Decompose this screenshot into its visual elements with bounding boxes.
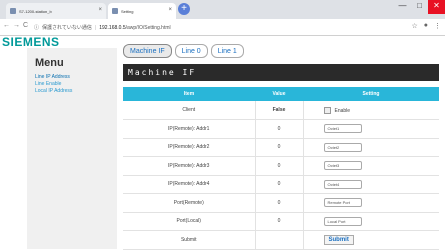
setting-cell: Remote Port bbox=[303, 193, 439, 213]
browser-tab-label: Setting bbox=[121, 8, 134, 14]
table-row-addr2: IP(Remote): Addr2 0 Octet2 bbox=[123, 138, 439, 157]
octet3-input[interactable]: Octet3 bbox=[323, 161, 362, 171]
tab-line-1[interactable]: Line 1 bbox=[210, 44, 244, 58]
item-label: IP(Remote): Addr4 bbox=[123, 175, 256, 194]
browser-tabbar: S7-1200-station_b × Setting × + — □ ✕ bbox=[0, 0, 445, 19]
browser-tab-label: S7-1200-station_b bbox=[19, 8, 52, 14]
enable-checkbox[interactable] bbox=[323, 106, 331, 114]
item-label: IP(Remote): Addr3 bbox=[123, 156, 256, 176]
item-label: Client bbox=[123, 101, 256, 120]
submit-button[interactable]: Submit bbox=[323, 234, 354, 245]
setting-cell: Octet2 bbox=[303, 138, 439, 157]
local-port-input[interactable]: Local Port bbox=[323, 216, 362, 226]
table-row-submit: Submit Submit bbox=[123, 230, 439, 250]
warning-icon: ⓘ bbox=[34, 25, 40, 31]
value-cell bbox=[255, 230, 304, 250]
url-path: /awp/IO/Setting.html bbox=[125, 24, 171, 31]
setting-cell: Local Port bbox=[303, 212, 439, 231]
table-row-addr3: IP(Remote): Addr3 0 Octet3 bbox=[123, 156, 439, 176]
account-icon[interactable]: ● bbox=[424, 22, 428, 30]
sidebar-link-line-ip-address[interactable]: Line IP Address bbox=[35, 74, 72, 81]
reload-icon[interactable]: C bbox=[23, 22, 28, 29]
table-row-local-port: Port(Local) 0 Local Port bbox=[123, 212, 439, 231]
column-header-item: Item bbox=[123, 87, 255, 101]
tab-line-0[interactable]: Line 0 bbox=[174, 44, 208, 58]
value-cell: 0 bbox=[255, 156, 304, 176]
sidebar: Menu Line IP Address Line Enable Local I… bbox=[27, 48, 117, 249]
back-icon[interactable]: ← bbox=[3, 22, 10, 29]
page-icon bbox=[10, 8, 16, 14]
value-cell: False bbox=[255, 101, 304, 120]
item-label: Port(Remote) bbox=[123, 193, 256, 213]
enable-label: Enable bbox=[334, 107, 351, 114]
address-bar: ← → C ⓘ 保護されていない通信 | 192.168.0.5 /awp/IO… bbox=[0, 19, 445, 36]
table-row-addr1: IP(Remote): Addr1 0 Octet1 bbox=[123, 119, 439, 139]
value-cell: 0 bbox=[255, 138, 304, 157]
octet1-input[interactable]: Octet1 bbox=[323, 124, 362, 134]
column-header-setting: Setting bbox=[303, 87, 439, 101]
setting-cell: Octet3 bbox=[303, 156, 439, 176]
sidebar-links: Line IP Address Line Enable Local IP Add… bbox=[35, 74, 72, 95]
value-cell: 0 bbox=[255, 119, 304, 139]
item-label: Port(Local) bbox=[123, 212, 256, 231]
item-label: IP(Remote): Addr1 bbox=[123, 119, 256, 139]
value-cell: 0 bbox=[255, 212, 304, 231]
octet2-input[interactable]: Octet2 bbox=[323, 142, 362, 152]
nav-buttons: ← → C bbox=[3, 22, 28, 29]
item-label: IP(Remote): Addr2 bbox=[123, 138, 256, 157]
sidebar-link-local-ip-address[interactable]: Local IP Address bbox=[35, 88, 72, 95]
value-cell: 0 bbox=[255, 175, 304, 194]
table-row-remote-port: Port(Remote) 0 Remote Port bbox=[123, 193, 439, 213]
octet4-input[interactable]: Octet4 bbox=[323, 179, 362, 189]
browser-tab-setting[interactable]: Setting × bbox=[108, 3, 176, 19]
url-field[interactable]: ⓘ 保護されていない通信 | 192.168.0.5 /awp/IO/Setti… bbox=[34, 22, 171, 33]
minimize-button[interactable]: — bbox=[394, 0, 411, 14]
remote-port-input[interactable]: Remote Port bbox=[323, 198, 362, 208]
table-row-addr4: IP(Remote): Addr4 0 Octet4 bbox=[123, 175, 439, 194]
maximize-button[interactable]: □ bbox=[411, 0, 428, 14]
browser-tab-station[interactable]: S7-1200-station_b × bbox=[6, 3, 106, 19]
setting-cell: Octet4 bbox=[303, 175, 439, 194]
settings-table: Item Value Setting Client False Enable I… bbox=[123, 87, 439, 250]
section-title: Machine IF bbox=[123, 64, 439, 81]
table-header-row: Item Value Setting bbox=[123, 87, 439, 101]
close-window-button[interactable]: ✕ bbox=[428, 0, 445, 14]
security-label: 保護されていない通信 bbox=[42, 25, 92, 31]
tab-machine-if[interactable]: Machine IF bbox=[123, 44, 172, 58]
siemens-logo: SIEMENS bbox=[2, 35, 60, 49]
item-label: Submit bbox=[123, 230, 256, 250]
value-cell: 0 bbox=[255, 193, 304, 213]
new-tab-button[interactable]: + bbox=[178, 3, 190, 15]
page-icon bbox=[112, 8, 118, 14]
menu-dots-icon[interactable]: ⋮ bbox=[434, 22, 441, 30]
tab-bar: Machine IF Line 0 Line 1 bbox=[123, 44, 244, 58]
tab-close-icon[interactable]: × bbox=[98, 7, 102, 13]
sidebar-link-line-enable[interactable]: Line Enable bbox=[35, 81, 72, 88]
setting-cell: Submit bbox=[303, 230, 439, 250]
setting-cell: Octet1 bbox=[303, 119, 439, 139]
setting-cell: Enable bbox=[303, 101, 439, 120]
column-header-value: Value bbox=[255, 87, 303, 101]
table-row-client: Client False Enable bbox=[123, 101, 439, 120]
tab-close-icon[interactable]: × bbox=[168, 7, 172, 13]
star-icon[interactable]: ☆ bbox=[411, 22, 417, 30]
browser-actions: ☆ ● ⋮ bbox=[411, 22, 441, 30]
forward-icon[interactable]: → bbox=[13, 22, 20, 29]
menu-title: Menu bbox=[35, 57, 64, 69]
window-controls: — □ ✕ bbox=[394, 0, 445, 14]
url-host: 192.168.0.5 bbox=[99, 24, 126, 31]
